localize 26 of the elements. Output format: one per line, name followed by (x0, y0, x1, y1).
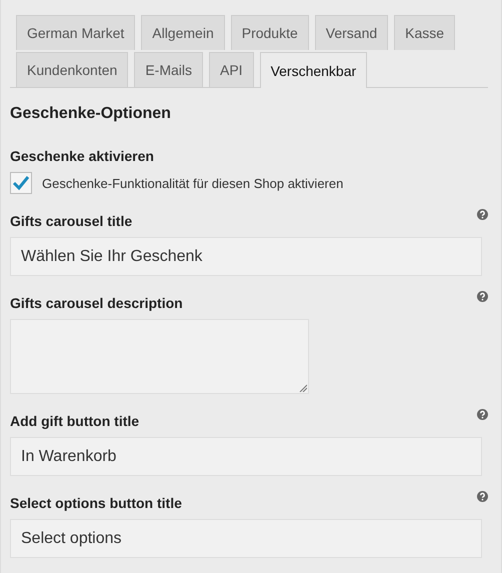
field-label: Gifts carousel description (10, 295, 183, 311)
tab[interactable]: API (208, 52, 254, 87)
checkbox[interactable] (10, 172, 32, 194)
tab[interactable]: Allgemein (141, 15, 225, 50)
input-field[interactable]: Select options (10, 519, 482, 558)
tab[interactable]: Verschenkbar (260, 52, 368, 88)
tab[interactable]: Versand (314, 15, 388, 50)
field-label: Select options button title (10, 495, 182, 511)
checkbox-label: Geschenke-Funktionalität für diesen Shop aktivieren (42, 176, 344, 190)
help-icon[interactable] (477, 291, 488, 302)
tab[interactable]: German Market (16, 15, 136, 50)
tab[interactable]: Produkte (230, 15, 309, 50)
help-icon[interactable] (477, 491, 488, 502)
section-title: Geschenke-Optionen (10, 105, 172, 123)
tab[interactable]: Kasse (394, 15, 456, 50)
help-icon[interactable] (477, 409, 488, 420)
field-label: Add gift button title (10, 413, 140, 429)
textarea-field[interactable] (10, 319, 309, 394)
help-icon[interactable] (477, 209, 488, 220)
tab[interactable]: Kundenkonten (16, 52, 128, 87)
field-label: Geschenke aktivieren (10, 148, 154, 164)
tab[interactable]: E-Mails (134, 52, 203, 87)
input-field[interactable]: In Warenkorb (10, 437, 482, 476)
field-label: Gifts carousel title (10, 213, 132, 229)
input-field[interactable]: Wählen Sie Ihr Geschenk (10, 237, 482, 276)
resize-grip-icon[interactable] (299, 384, 307, 392)
